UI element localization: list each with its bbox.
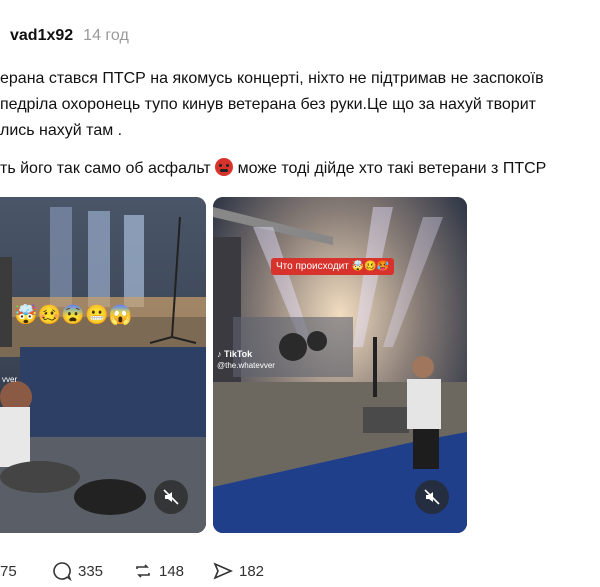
video-left[interactable]: 🤯🥴😨😬😱 vver (0, 197, 206, 533)
post-text-line: педріла охоронець тупо кинув ветерана бе… (0, 96, 536, 113)
mute-button[interactable] (415, 480, 449, 514)
share-count: 182 (239, 562, 265, 580)
repost-count: 148 (159, 562, 185, 580)
angry-face-emoji-icon (215, 158, 234, 176)
post-text-fragment: може тоді дійде хто такі ветерани з ПТСР (233, 160, 547, 177)
mute-icon (424, 489, 440, 505)
emoji-overlay: 🤯🥴😨😬😱 (14, 305, 133, 326)
repost-icon (136, 564, 150, 578)
repost-button[interactable]: 148 (133, 561, 184, 581)
reply-count: 335 (78, 562, 104, 580)
share-button[interactable]: 182 (213, 561, 264, 581)
tiktok-handle: @the.whatevver (217, 361, 275, 370)
video-right[interactable]: Что происходит 🤯🥴🥵 ♪ TikTok @the.whatevv… (213, 197, 467, 533)
like-button[interactable]: 75 (0, 563, 17, 580)
tiktok-logo: ♪ TikTok (217, 349, 252, 359)
like-count: 75 (0, 562, 17, 580)
tiktok-brand: TikTok (224, 349, 253, 359)
video-caption: Что происходит 🤯🥴🥵 (271, 258, 394, 275)
post-text-line: лись нахуй там . (0, 122, 123, 139)
share-icon (213, 562, 233, 580)
mute-button[interactable] (154, 480, 188, 514)
post-text: ерана стався ПТСР на якомусь концерті, н… (0, 66, 600, 182)
tiktok-icon: ♪ (217, 349, 222, 359)
post-header: vad1x92 14 год (10, 27, 129, 49)
username[interactable]: vad1x92 (10, 27, 73, 45)
mute-icon (163, 489, 179, 505)
post-timestamp[interactable]: 14 год (83, 27, 129, 45)
reply-icon (53, 562, 72, 581)
post-text-line: ть його так само об асфальт може тоді ді… (0, 156, 600, 182)
post-text-line: ерана стався ПТСР на якомусь концерті, н… (0, 70, 544, 87)
reply-button[interactable]: 335 (52, 561, 103, 581)
post-text-fragment: ть його так само об асфальт (0, 160, 216, 177)
tiktok-handle-partial: vver (2, 375, 18, 384)
